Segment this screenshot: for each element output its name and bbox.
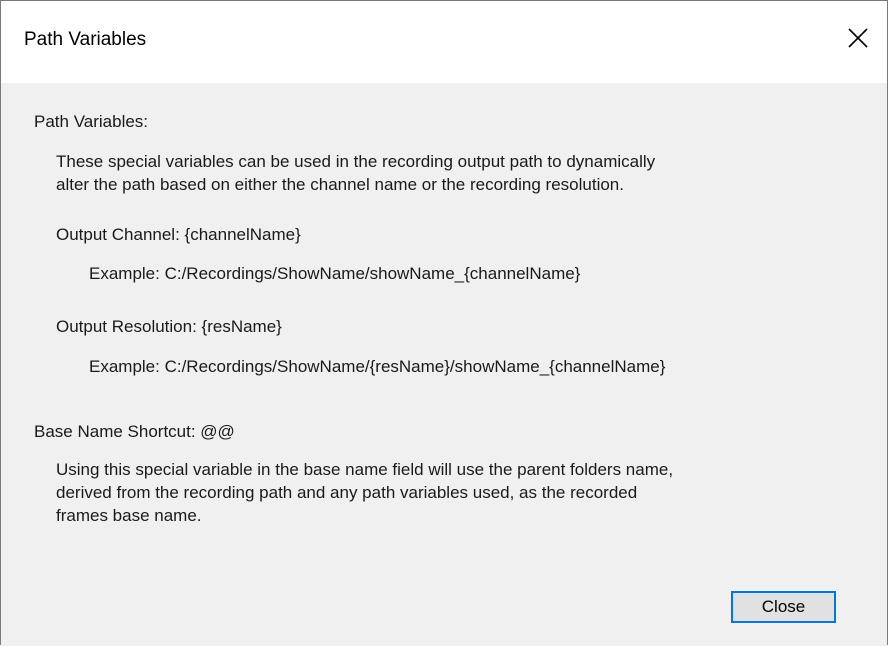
output-channel-label: Output Channel: {channelName} — [56, 225, 301, 244]
title-bar: Path Variables — [1, 1, 887, 83]
close-button[interactable]: Close — [731, 591, 836, 623]
dialog-body: Path Variables: These special variables … — [1, 83, 887, 646]
dialog-title: Path Variables — [24, 29, 147, 50]
output-resolution-example: Example: C:/Recordings/ShowName/{resName… — [89, 357, 666, 376]
base-name-desc-line3: frames base name. — [56, 506, 202, 525]
path-variables-dialog: Path Variables Path Variables: These spe… — [0, 0, 888, 646]
output-resolution-label: Output Resolution: {resName} — [56, 317, 282, 336]
base-name-desc-line1: Using this special variable in the base … — [56, 460, 674, 479]
base-name-desc-line2: derived from the recording path and any … — [56, 483, 638, 502]
close-icon[interactable] — [841, 21, 875, 55]
base-name-heading: Base Name Shortcut: @@ — [34, 422, 235, 441]
path-variables-desc-line2: alter the path based on either the chann… — [56, 175, 624, 194]
path-variables-heading: Path Variables: — [34, 112, 149, 131]
output-channel-example: Example: C:/Recordings/ShowName/showName… — [89, 264, 581, 283]
path-variables-desc-line1: These special variables can be used in t… — [56, 152, 656, 171]
